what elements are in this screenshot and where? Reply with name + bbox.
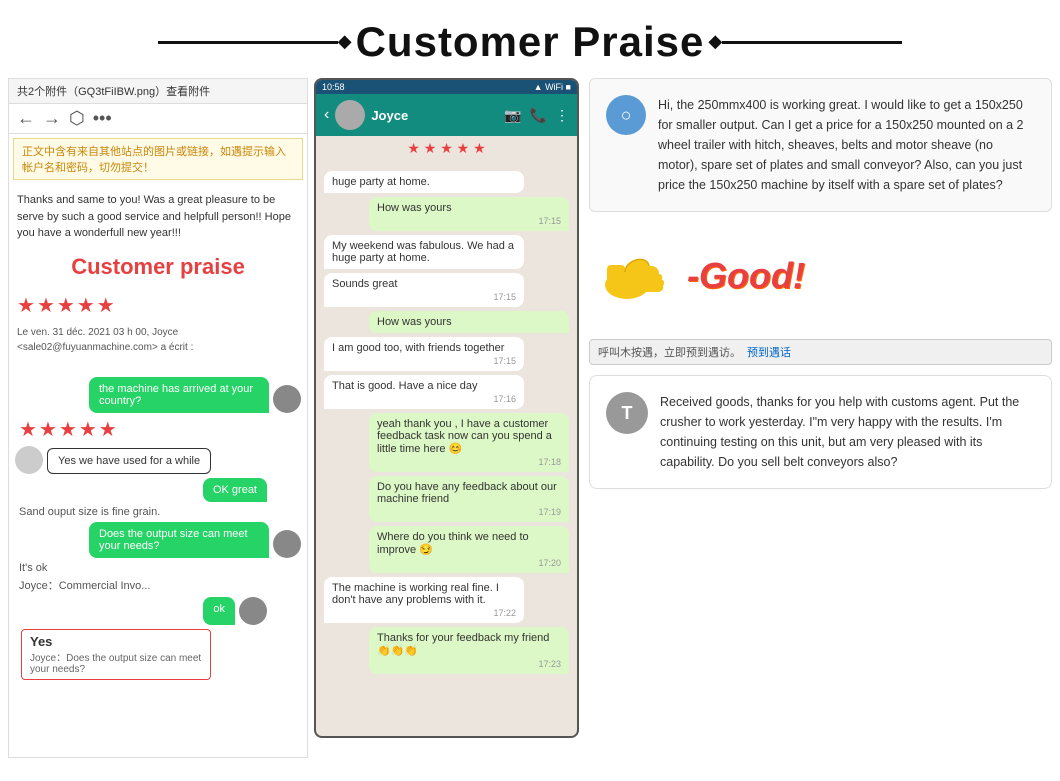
back-icon[interactable]: ← — [17, 108, 35, 129]
wa-msg-10: The machine is working real fine. I don'… — [324, 577, 524, 623]
archive-icon[interactable]: ⬡ — [69, 108, 85, 129]
avatar-machine-3 — [239, 597, 267, 625]
inquiry-box: ○ Hi, the 250mmx400 is working great. I … — [589, 78, 1052, 212]
whatsapp-phone: 10:58 ▲ WiFi ■ ‹ Joyce 📷 📞 ⋮ ★ ★ ★ ★ ★ h… — [314, 78, 579, 738]
avatar-customer — [15, 446, 43, 474]
chat-message-3: OK great — [15, 478, 301, 502]
thumbs-up-icon — [597, 230, 677, 321]
wa-header: ‹ Joyce 📷 📞 ⋮ — [316, 94, 577, 136]
email-body: Thanks and same to you! Was a great plea… — [9, 184, 307, 367]
wa-action-icons: 📷 📞 ⋮ — [504, 107, 569, 124]
wechat-call-link[interactable]: 预到遇话 — [747, 344, 791, 360]
wa-msg-5: I am good too, with friends together 17:… — [324, 337, 524, 371]
stars-rating: ★★★★★ — [17, 291, 299, 321]
wa-msg-11: Thanks for your feedback my friend 👏👏👏 1… — [369, 627, 569, 674]
chat-message-2: Yes we have used for a while — [15, 446, 301, 474]
file-label: Joyce：Commercial Invo... — [15, 577, 301, 593]
forward-icon[interactable]: → — [43, 108, 61, 129]
attachment-label: 共2个附件（GQ3tFiIBW.png）查看附件 — [17, 86, 210, 98]
right-panel: ○ Hi, the 250mmx400 is working great. I … — [589, 78, 1052, 774]
page-title: Customer Praise — [356, 18, 705, 66]
bubble-output-size: Does the output size can meet your needs… — [89, 522, 269, 558]
wa-signal: ▲ WiFi ■ — [534, 82, 571, 92]
yes-sub: Joyce：Does the output size can meet your… — [30, 649, 202, 675]
wa-contact-name: Joyce — [371, 108, 408, 123]
testimonial-text: Received goods, thanks for you help with… — [660, 392, 1035, 472]
middle-panel: 10:58 ▲ WiFi ■ ‹ Joyce 📷 📞 ⋮ ★ ★ ★ ★ ★ h… — [314, 78, 579, 774]
wa-msg-0: huge party at home. — [324, 171, 524, 193]
wa-stars: ★ ★ ★ ★ ★ — [316, 140, 577, 157]
main-content: 共2个附件（GQ3tFiIBW.png）查看附件 ← → ⬡ ••• 正文中含有… — [0, 78, 1060, 774]
email-warning: 正文中含有来自其他站点的图片或链接，如遇提示输入帐户名和密码，切勿提交！ — [13, 138, 303, 180]
user-icon: ○ — [606, 95, 646, 135]
chat-area: the machine has arrived at your country?… — [9, 367, 307, 690]
wa-msg-1: How was yours 17:15 — [369, 197, 569, 231]
wa-back-icon[interactable]: ‹ — [324, 106, 329, 124]
wa-msg-2: My weekend was fabulous. We had a huge p… — [324, 235, 524, 269]
left-panel: 共2个附件（GQ3tFiIBW.png）查看附件 ← → ⬡ ••• 正文中含有… — [8, 78, 308, 758]
good-section: -Good! — [589, 222, 1052, 329]
chat-message-4: Does the output size can meet your needs… — [15, 522, 301, 558]
wa-msg-7: yeah thank you , I have a customer feedb… — [369, 413, 569, 472]
wa-msg-9: Where do you think we need to improve 😏 … — [369, 526, 569, 573]
wechat-call-bar: 呼叫木按遇，立即预到遇访。 预到遇话 — [589, 339, 1052, 365]
stars-chat: ★★★★★ — [19, 417, 301, 442]
wa-msg-3: Sounds great 17:15 — [324, 273, 524, 307]
testimonial-box: T Received goods, thanks for you help wi… — [589, 375, 1052, 489]
header-line-left — [158, 41, 338, 44]
more-icon[interactable]: ••• — [93, 108, 112, 129]
bubble-machine-arrived: the machine has arrived at your country? — [89, 377, 269, 413]
wa-video-icon[interactable]: 📷 — [504, 107, 521, 124]
bubble-used-for-while: Yes we have used for a while — [47, 448, 211, 474]
bubble-ok-great: OK great — [203, 478, 267, 502]
page-header: Customer Praise — [0, 0, 1060, 78]
wa-call-icon[interactable]: 📞 — [530, 107, 547, 124]
bubble-ok: ok — [203, 597, 235, 625]
avatar-machine — [273, 385, 301, 413]
yes-title: Yes — [30, 634, 202, 649]
wa-msg-4: How was yours — [369, 311, 569, 333]
email-toolbar: ← → ⬡ ••• — [9, 104, 307, 134]
wa-msg-6: That is good. Have a nice day 17:16 — [324, 375, 524, 409]
wa-chat-messages: huge party at home. How was yours 17:15 … — [316, 161, 577, 738]
wa-time: 10:58 — [322, 82, 345, 92]
email-attachment-bar: 共2个附件（GQ3tFiIBW.png）查看附件 — [9, 79, 307, 104]
avatar-machine-2 — [273, 530, 301, 558]
good-label: -Good! — [687, 255, 805, 297]
wechat-call-text: 呼叫木按遇，立即预到遇访。 — [598, 344, 741, 360]
wa-contact-avatar — [335, 100, 365, 130]
wa-status-bar: 10:58 ▲ WiFi ■ — [316, 80, 577, 94]
email-from: Le ven. 31 déc. 2021 03 h 00, Joyce <sal… — [17, 325, 299, 355]
testimonial-avatar: T — [606, 392, 648, 434]
inquiry-text: Hi, the 250mmx400 is working great. I wo… — [658, 95, 1035, 195]
praise-title: Customer praise — [17, 250, 299, 283]
email-body-text: Thanks and same to you! Was a great plea… — [17, 194, 291, 239]
chat-message-5: ok — [15, 597, 301, 625]
chat-message-1: the machine has arrived at your country? — [15, 377, 301, 413]
header-line-right — [722, 41, 902, 44]
static-sand: Sand ouput size is fine grain. — [15, 506, 301, 518]
wa-msg-8: Do you have any feedback about our machi… — [369, 476, 569, 522]
static-ok: It's ok — [15, 562, 301, 574]
yes-box: Yes Joyce：Does the output size can meet … — [21, 629, 211, 680]
wa-more-icon[interactable]: ⋮ — [555, 107, 569, 124]
